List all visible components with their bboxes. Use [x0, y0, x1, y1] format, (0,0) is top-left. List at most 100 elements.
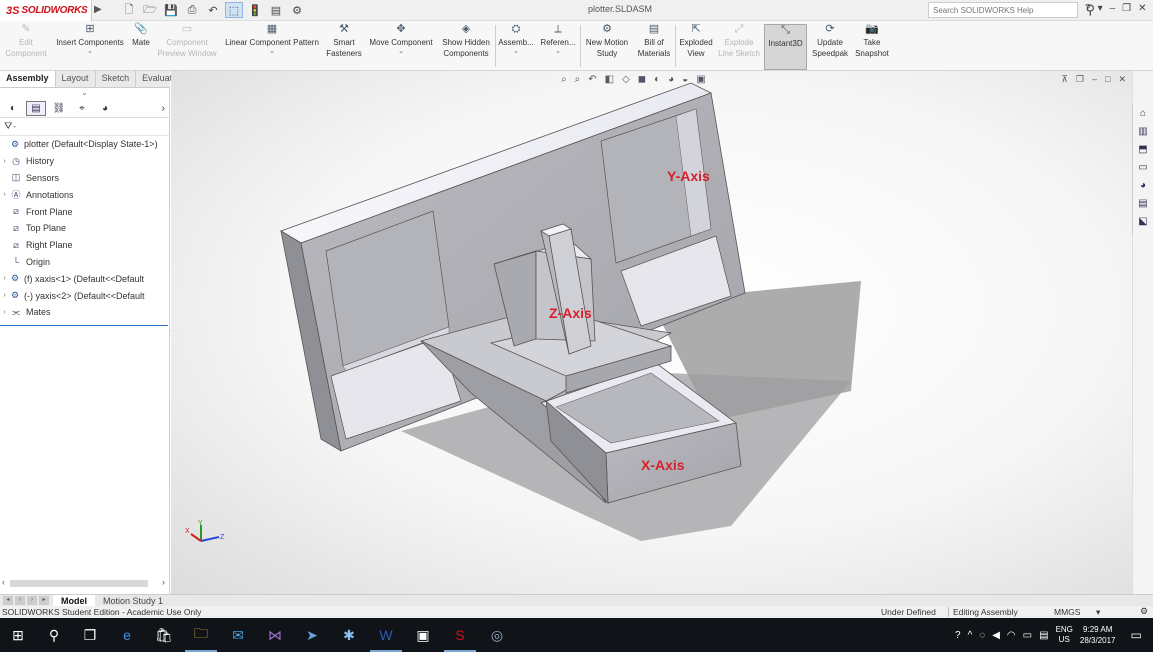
tab-assembly[interactable]: Assembly — [0, 71, 56, 87]
scroll-thumb[interactable] — [10, 580, 148, 587]
chevron-down-icon[interactable]: ▾ — [1098, 3, 1103, 14]
file-properties-icon[interactable]: ▤ — [267, 2, 285, 18]
new-icon[interactable]: 🗋 — [120, 2, 138, 18]
store-icon[interactable]: 🛍 — [154, 625, 174, 645]
tree-node-sensors[interactable]: ◫ Sensors — [0, 170, 169, 187]
unit-system[interactable]: MMGS — [1054, 607, 1080, 617]
last-tab-icon[interactable]: ▸ — [39, 596, 49, 605]
search-icon[interactable]: ⚲ — [44, 625, 64, 645]
tree-node-front-plane[interactable]: ⧄ Front Plane — [0, 203, 169, 220]
visual-studio-icon[interactable]: ⋈ — [265, 625, 285, 645]
property-manager-icon[interactable]: ▤ — [26, 101, 46, 116]
logo-menu-arrow-icon[interactable]: ▶ — [94, 4, 102, 15]
chevron-down-icon[interactable]: ⌄ — [513, 48, 519, 56]
update-speedpak-button[interactable]: ⟳ Update Speedpak — [810, 24, 850, 68]
tree-filter[interactable]: ⛛ - — [0, 118, 169, 136]
show-hidden-components-button[interactable]: ◈ Show Hidden Components — [440, 24, 492, 68]
exploded-view-button[interactable]: ⇱ Exploded View — [677, 24, 715, 68]
tab-motion-study[interactable]: Motion Study 1 — [95, 595, 171, 607]
expand-icon[interactable]: › — [0, 292, 9, 299]
scroll-left-icon[interactable]: ‹ — [2, 577, 5, 587]
assembly-features-button[interactable]: ⛭ Assemb... ⌄ — [497, 24, 535, 68]
linear-pattern-button[interactable]: ▦ Linear Component Pattern ⌄ — [222, 24, 322, 68]
chevron-down-icon[interactable]: ⌄ — [398, 48, 404, 56]
next-tab-icon[interactable]: › — [27, 596, 37, 605]
horizontal-scrollbar[interactable]: ‹ › — [0, 577, 168, 588]
tree-node-assembly[interactable]: ⚙ plotter (Default<Display State-1>) — [0, 136, 169, 153]
bill-of-materials-button[interactable]: ▤ Bill of Materials — [636, 24, 672, 68]
tree-node-xaxis[interactable]: › ⚙ (f) xaxis<1> (Default<<Default — [0, 270, 169, 287]
first-tab-icon[interactable]: ◂ — [3, 596, 13, 605]
smart-fasteners-button[interactable]: ⚒ Smart Fasteners — [326, 24, 362, 68]
task-view-icon[interactable]: ❐ — [80, 625, 100, 645]
chevron-down-icon[interactable]: ⌄ — [555, 48, 561, 56]
reference-geometry-button[interactable]: ⟂ Referen... ⌄ — [538, 24, 578, 68]
message-icon[interactable]: ▤ — [1039, 630, 1048, 641]
chevron-down-icon[interactable]: ⌄ — [269, 48, 275, 56]
home-icon[interactable]: ⌂ — [1133, 104, 1153, 122]
explode-line-sketch-button[interactable]: ⤢ Explode Line Sketch — [717, 24, 761, 68]
view-palette-icon[interactable]: ⬕ — [1133, 212, 1153, 230]
chevron-down-icon[interactable]: ⌄ — [87, 48, 93, 56]
volume-icon[interactable]: ◀ — [992, 630, 1000, 641]
take-snapshot-button[interactable]: 📷 Take Snapshot — [852, 24, 892, 68]
app-icon[interactable]: ◎ — [487, 625, 507, 645]
resources-icon[interactable]: ▥ — [1133, 122, 1153, 140]
print-icon[interactable]: ⎙ — [183, 2, 201, 18]
instant3d-button[interactable]: ⤡ Instant3D — [764, 24, 807, 70]
file-explorer-icon[interactable]: ▭ — [1133, 158, 1153, 176]
help-icon[interactable]: ? — [1085, 3, 1091, 14]
tree-node-origin[interactable]: └ Origin — [0, 254, 169, 271]
edit-component-button[interactable]: ✎ Edit Component — [4, 24, 48, 68]
rollback-bar[interactable] — [0, 325, 168, 326]
open-icon[interactable]: 🗁 — [141, 2, 159, 18]
move-component-button[interactable]: ✥ Move Component ⌄ — [366, 24, 436, 68]
network-icon[interactable]: ◌ — [979, 630, 985, 641]
help-search-box[interactable]: ⚲ — [928, 2, 1095, 18]
tab-layout[interactable]: Layout — [56, 71, 96, 87]
wifi-icon[interactable]: ◠ — [1007, 630, 1016, 641]
expand-icon[interactable]: › — [0, 158, 9, 165]
mate-button[interactable]: 📎 Mate — [128, 24, 154, 68]
rebuild-icon[interactable]: 🚦 — [246, 2, 264, 18]
restore-icon[interactable]: ❐ — [1122, 3, 1131, 14]
minimize-icon[interactable]: – — [1110, 3, 1116, 14]
app-icon[interactable]: ✉ — [228, 625, 248, 645]
edge-icon[interactable]: e — [117, 625, 137, 645]
expand-icon[interactable]: › — [0, 275, 9, 282]
language-indicator[interactable]: ENG US — [1056, 625, 1073, 645]
word-icon[interactable]: W — [370, 625, 402, 652]
tab-model[interactable]: Model — [53, 594, 95, 607]
app-icon[interactable]: ✱ — [339, 625, 359, 645]
chevron-right-icon[interactable]: › — [162, 103, 165, 114]
panel-collapse-handle[interactable]: ⌄ — [0, 88, 169, 100]
save-icon[interactable]: 💾 — [162, 2, 180, 18]
options-icon[interactable]: ⚙ — [288, 2, 306, 18]
new-motion-study-button[interactable]: ⚙ New Motion Study — [582, 24, 632, 68]
solidworks-taskbar-icon[interactable]: S — [444, 625, 476, 652]
help-search-input[interactable] — [933, 5, 1053, 15]
tree-node-annotations[interactable]: › Ⓐ Annotations — [0, 186, 169, 203]
scroll-right-icon[interactable]: › — [162, 577, 165, 587]
chevron-up-icon[interactable]: ^ — [968, 630, 973, 641]
tab-sketch[interactable]: Sketch — [96, 71, 137, 87]
display-manager-icon[interactable]: ◕ — [95, 101, 115, 116]
feature-tree-icon[interactable]: ◐ — [3, 101, 23, 116]
graphics-area[interactable]: ⌕ ⌕ ↶ ◧ ◇ ◼ ◐ ◕ ◒ ▣ ⊼ ❐ – □ ✕ Y-Axis Z-A… — [171, 71, 1132, 594]
design-library-icon[interactable]: ⬒ — [1133, 140, 1153, 158]
dimxpert-icon[interactable]: ⌖ — [72, 101, 92, 116]
component-preview-button[interactable]: ▭ Component Preview Window — [157, 24, 217, 68]
unit-dropdown-icon[interactable]: ▾ — [1096, 607, 1100, 618]
appearances-icon[interactable]: ◕ — [1133, 176, 1153, 194]
help-icon[interactable]: ? — [955, 630, 961, 641]
close-icon[interactable]: ✕ — [1138, 3, 1146, 14]
tree-node-top-plane[interactable]: ⧄ Top Plane — [0, 220, 169, 237]
select-icon[interactable]: ⬚ — [225, 2, 243, 18]
expand-icon[interactable]: › — [0, 309, 9, 316]
tree-node-yaxis[interactable]: › ⚙ (-) yaxis<2> (Default<<Default — [0, 287, 169, 304]
notification-icon[interactable]: ▭ — [1131, 628, 1142, 642]
battery-icon[interactable]: ▭ — [1023, 630, 1032, 641]
app-icon[interactable]: ➤ — [302, 625, 322, 645]
undo-icon[interactable]: ↶ — [204, 2, 222, 18]
filter-icon[interactable]: ⛛ — [4, 121, 12, 132]
